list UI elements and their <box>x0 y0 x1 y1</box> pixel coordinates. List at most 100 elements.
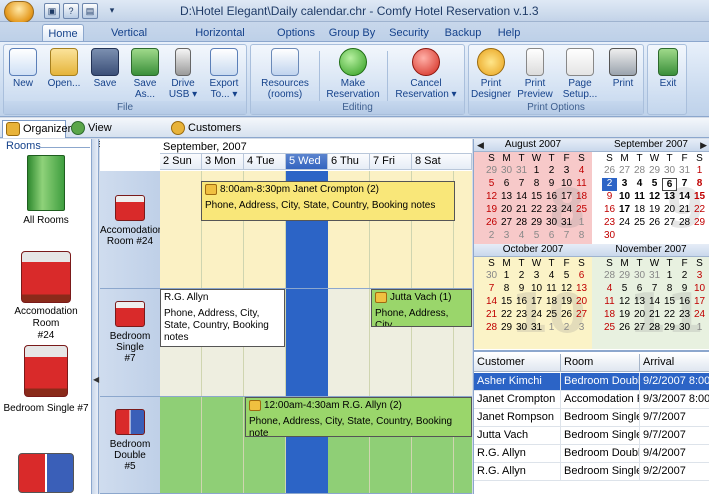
tab-customers[interactable]: Customers <box>168 120 241 138</box>
calendar-day[interactable]: 11 <box>632 191 647 204</box>
calendar-day[interactable]: 10 <box>559 178 574 191</box>
calendar-day[interactable]: 31 <box>677 165 692 178</box>
calendar-day[interactable]: 20 <box>662 204 677 217</box>
calendar-day[interactable]: 11 <box>602 296 617 309</box>
day-cell[interactable] <box>286 289 328 396</box>
calendar-day[interactable]: 4 <box>544 270 559 283</box>
calendar-day[interactable]: 16 <box>602 204 617 217</box>
calendar-day[interactable]: 15 <box>499 296 514 309</box>
calendar-day[interactable]: 26 <box>647 217 662 230</box>
calendar-day[interactable]: 22 <box>692 204 707 217</box>
day-header[interactable]: 4 Tue <box>244 154 286 170</box>
calendar-day[interactable]: 26 <box>559 309 574 322</box>
calendar-day[interactable]: 21 <box>514 204 529 217</box>
month-calendar[interactable]: October 2007 10 S M T W T F S 30 1 2 3 4 5 6 7 8 9 10 11 12 13… <box>474 244 592 349</box>
calendar-day[interactable]: 28 <box>602 270 617 283</box>
calendar-day[interactable]: 1 <box>692 165 707 178</box>
month-calendar[interactable]: August 2007 ◀ 8 S M T W T F S 29 30 31 1 2 3 4 5 6 7 8 9 10 11 1… <box>474 139 592 244</box>
calendar-day[interactable]: 10 <box>617 191 632 204</box>
calendar-day[interactable]: 29 <box>499 322 514 335</box>
calendar-day[interactable]: 2 <box>602 178 617 191</box>
calendar-day[interactable]: 25 <box>544 309 559 322</box>
save-icon[interactable]: ▣ <box>44 3 60 19</box>
print-preview-button[interactable]: Print Preview <box>515 48 555 100</box>
calendar-day[interactable]: 16 <box>514 296 529 309</box>
day-cell[interactable] <box>160 397 202 493</box>
calendar-day[interactable]: 1 <box>544 322 559 335</box>
calendar-day[interactable]: 6 <box>632 283 647 296</box>
day-header[interactable]: 3 Mon <box>202 154 244 170</box>
calendar-day[interactable]: 30 <box>544 217 559 230</box>
calendar-day[interactable]: 28 <box>647 322 662 335</box>
calendar-day[interactable]: 17 <box>617 204 632 217</box>
calendar-day[interactable]: 25 <box>632 217 647 230</box>
day-cell[interactable] <box>328 289 370 396</box>
make-reservation-button[interactable]: Make Reservation <box>323 48 383 100</box>
calendar-day[interactable]: 3 <box>692 270 707 283</box>
prev-month-arrow-icon[interactable]: ◀ <box>477 140 484 151</box>
table-row[interactable]: Janet RompsonBedroom Single #79/7/2007 <box>474 409 709 427</box>
table-row[interactable]: R.G. AllynBedroom Single #79/2/2007 <box>474 463 709 481</box>
calendar-day[interactable]: 5 <box>617 283 632 296</box>
column-header-room[interactable]: Room <box>561 354 640 372</box>
calendar-day[interactable]: 8 <box>662 283 677 296</box>
calendar-day[interactable]: 13 <box>574 283 589 296</box>
calendar-day[interactable]: 25 <box>602 322 617 335</box>
room-row-header[interactable]: Bedroom Single #7 <box>100 289 160 397</box>
calendar-day[interactable]: 26 <box>617 322 632 335</box>
calendar-day[interactable]: 12 <box>647 191 662 204</box>
calendar-day[interactable]: 28 <box>632 165 647 178</box>
table-row[interactable]: Asher KimchiBedroom Double #59/2/2007 8:… <box>474 373 709 391</box>
calendar-day[interactable]: 1 <box>692 322 707 335</box>
calendar-day[interactable]: 30 <box>602 230 617 243</box>
calendar-day[interactable]: 3 <box>574 322 589 335</box>
calendar-day[interactable]: 23 <box>677 309 692 322</box>
calendar-day[interactable]: 30 <box>484 270 499 283</box>
day-header[interactable]: 5 Wed <box>286 154 328 170</box>
tab-home[interactable]: Home <box>42 24 84 42</box>
calendar-day[interactable]: 29 <box>617 270 632 283</box>
calendar-day[interactable]: 12 <box>617 296 632 309</box>
tab-vertical-timeline[interactable]: Vertical Timeline <box>90 24 168 57</box>
tab-backup[interactable]: Backup <box>442 24 484 42</box>
calendar-day[interactable]: 31 <box>514 165 529 178</box>
column-header-customer[interactable]: Customer <box>474 354 561 372</box>
calendar-day[interactable]: 2 <box>559 322 574 335</box>
room-item-bedroom-double[interactable] <box>0 453 92 493</box>
reservation-block[interactable]: 12:00am-4:30am R.G. Allyn (2) Phone, Addr… <box>245 397 472 437</box>
calendar-day[interactable]: 30 <box>632 270 647 283</box>
calendar-day[interactable]: 14 <box>647 296 662 309</box>
exit-button[interactable]: Exit <box>652 48 684 89</box>
calendar-day[interactable]: 5 <box>529 230 544 243</box>
tab-security[interactable]: Security <box>386 24 432 42</box>
calendar-day[interactable]: 31 <box>647 270 662 283</box>
calendar-day[interactable]: 17 <box>559 191 574 204</box>
calendar-day[interactable]: 8 <box>529 178 544 191</box>
tab-horizontal-timeline[interactable]: Horizontal Timeline <box>176 24 264 57</box>
calendar-day[interactable]: 2 <box>484 230 499 243</box>
calendar-day[interactable]: 9 <box>514 283 529 296</box>
calendar-day[interactable]: 20 <box>632 309 647 322</box>
calendar-day[interactable]: 31 <box>529 322 544 335</box>
calendar-day[interactable]: 30 <box>677 322 692 335</box>
next-month-arrow-icon[interactable]: ▶ <box>700 140 707 151</box>
calendar-day[interactable]: 26 <box>602 165 617 178</box>
calendar-day[interactable]: 6 <box>544 230 559 243</box>
calendar-day[interactable]: 1 <box>662 270 677 283</box>
calendar-day[interactable]: 7 <box>484 283 499 296</box>
app-menu-button[interactable] <box>4 1 34 23</box>
calendar-day[interactable]: 8 <box>692 178 707 191</box>
calendar-day[interactable]: 10 <box>692 283 707 296</box>
calendar-day[interactable]: 27 <box>617 165 632 178</box>
calendar-day[interactable]: 4 <box>632 178 647 191</box>
calendar-day[interactable]: 14 <box>514 191 529 204</box>
calendar-day[interactable]: 3 <box>529 270 544 283</box>
month-calendar[interactable]: September 2007 ▶ 9 S M T W T F S 26 27 28 29 30 31 1 2 3 4 5… <box>592 139 709 244</box>
new-button[interactable]: New <box>6 48 40 89</box>
calendar-day[interactable]: 17 <box>692 296 707 309</box>
drive-usb-button[interactable]: Drive USB ▾ <box>166 48 200 100</box>
calendar-day[interactable]: 19 <box>559 296 574 309</box>
calendar-day[interactable]: 27 <box>632 322 647 335</box>
table-row[interactable]: R.G. AllynBedroom Double #59/4/2007 <box>474 445 709 463</box>
calendar-day[interactable]: 21 <box>647 309 662 322</box>
